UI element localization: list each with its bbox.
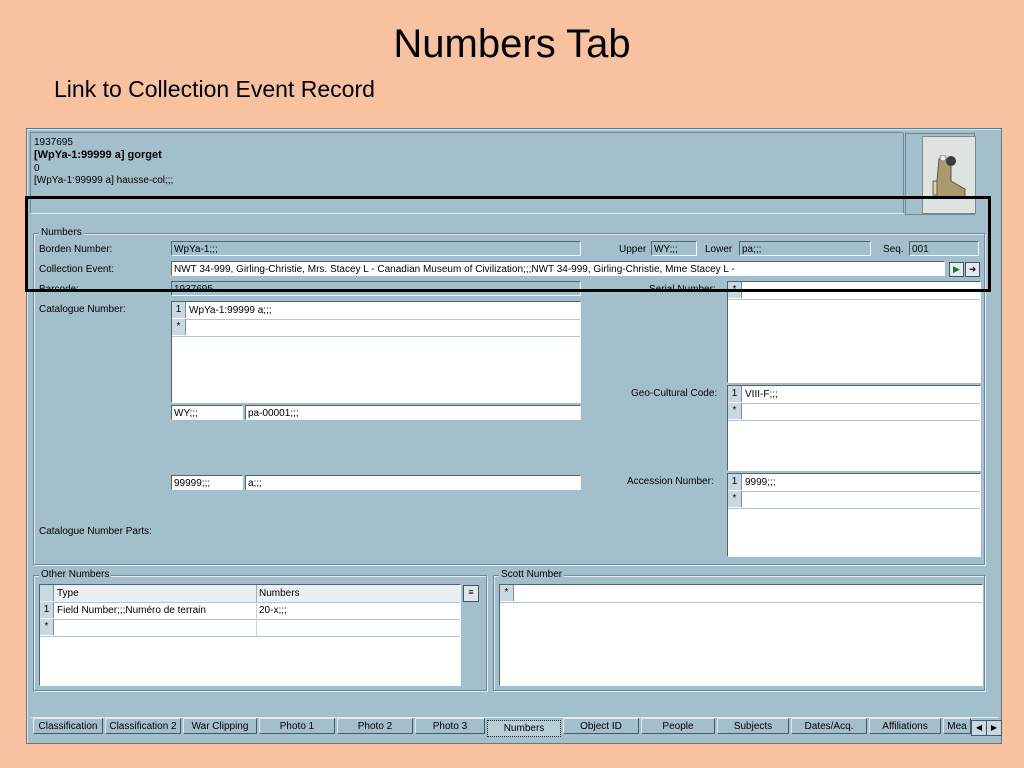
record-summary: 1937695 [WpYa-1:99999 a] gorget 0 [WpYa-… [30,132,904,214]
row-index: 1 [728,474,742,490]
summary-count: 0 [34,163,40,174]
barcode-field[interactable]: 1937695 [171,281,581,296]
collection-event-label: Collection Event: [39,264,115,275]
accession-number-grid[interactable]: 1 9999;;; * [727,473,981,557]
barcode-label: Barcode: [39,284,80,295]
row-index: 1 [172,302,186,318]
tab-subjects[interactable]: Subjects [717,718,789,734]
numbers-column-header[interactable]: Numbers [256,585,300,602]
summary-title: [WpYa-1:99999 a] gorget [34,149,162,161]
app-window: 1937695 [WpYa-1:99999 a] gorget 0 [WpYa-… [26,128,1002,744]
new-row[interactable]: * [728,282,980,300]
catalogue-number-cell[interactable]: WpYa-1:99999 a;;; [186,302,272,319]
lower-field[interactable]: pa;;; [739,241,871,256]
scroll-left-icon[interactable]: ◀ [971,720,987,736]
scott-number-grid[interactable]: * [499,584,983,686]
new-row-marker: * [40,619,54,635]
tab-photo-3[interactable]: Photo 3 [415,718,485,734]
geo-cultural-code-grid[interactable]: 1 VIII-F;;; * [727,385,981,471]
other-numbers-grid[interactable]: Type Numbers 1 Field Number;;;Numéro de … [39,584,461,686]
seq-field[interactable]: 001 [909,241,979,256]
new-row[interactable]: * [500,585,982,603]
tab-dates-acq[interactable]: Dates/Acq. [791,718,867,734]
new-row-marker: * [728,491,742,507]
type-column-header[interactable]: Type [54,585,257,602]
table-row[interactable]: 1 WpYa-1:99999 a;;; [172,302,580,320]
new-row[interactable]: * [728,403,980,421]
new-row[interactable]: * [172,319,580,337]
catalogue-part-suffix-field[interactable]: a;;; [245,475,581,490]
summary-id: 1937695 [34,137,73,148]
tab-affiliations[interactable]: Affiliations [869,718,941,734]
borden-number-label: Borden Number: [39,244,113,255]
catalogue-part-lower-field[interactable]: pa-00001;;; [245,405,581,420]
catalogue-part-number-field[interactable]: 99999;;; [171,475,243,490]
numbers-cell[interactable]: 20-x;;; [256,602,287,619]
new-row[interactable]: * [40,619,460,637]
tab-photo-2[interactable]: Photo 2 [337,718,413,734]
seq-label: Seq. [883,244,904,255]
catalogue-number-label: Catalogue Number: [39,304,126,315]
grid-header: Type Numbers [40,585,460,603]
row-index: 1 [728,386,742,402]
column-chooser-icon[interactable]: ≡ [463,585,479,602]
slide-subtitle: Link to Collection Event Record [54,76,375,102]
collection-event-field[interactable]: NWT 34-999, Girling-Christie, Mrs. Stace… [171,261,945,276]
row-header-corner [40,585,54,601]
serial-number-grid[interactable]: * [727,281,981,383]
geo-cultural-code-cell[interactable]: VIII-F;;; [742,386,778,403]
table-row[interactable]: 1 Field Number;;;Numéro de terrain 20-x;… [40,602,460,620]
tab-object-id[interactable]: Object ID [563,718,639,734]
summary-french-title: [WpYa-1:99999 a] hausse-col;;; [34,175,174,186]
new-row-marker: * [728,282,742,298]
table-row[interactable]: 1 VIII-F;;; [728,386,980,404]
other-numbers-group-label: Other Numbers [39,569,112,581]
tab-bar: Classification Classification 2 War Clip… [31,717,1002,737]
tab-classification-2[interactable]: Classification 2 [105,718,181,734]
upper-label: Upper [619,244,647,255]
tab-numbers[interactable]: Numbers [487,720,561,737]
go-icon[interactable]: ▶ [949,262,964,277]
geo-cultural-code-label: Geo-Cultural Code: [631,388,718,399]
lower-label: Lower [705,244,733,255]
new-row-marker: * [172,319,186,335]
scott-number-group-label: Scott Number [499,569,565,581]
catalogue-number-grid[interactable]: 1 WpYa-1:99999 a;;; * [171,301,581,403]
upper-field[interactable]: WY;;; [651,241,697,256]
tab-classification[interactable]: Classification [33,718,103,734]
table-row[interactable]: 1 9999;;; [728,474,980,492]
tab-photo-1[interactable]: Photo 1 [259,718,335,734]
new-row-marker: * [728,403,742,419]
catalogue-part-upper-field[interactable]: WY;;; [171,405,243,420]
gorget-image-icon [932,155,966,198]
empty-cell[interactable] [54,619,257,636]
catalogue-parts-label: Catalogue Number Parts: [39,526,152,537]
type-cell[interactable]: Field Number;;;Numéro de terrain [54,602,257,619]
tab-war-clipping[interactable]: War Clipping [183,718,257,734]
tab-people[interactable]: People [641,718,715,734]
accession-number-cell[interactable]: 9999;;; [742,474,776,491]
object-thumbnail[interactable] [922,136,976,214]
slide-title: Numbers Tab [393,22,631,66]
accession-number-label: Accession Number: [627,476,714,487]
scroll-right-icon[interactable]: ▶ [986,720,1002,736]
numbers-group-label: Numbers [39,227,84,239]
borden-number-field[interactable]: WpYa-1;;; [171,241,581,256]
tab-measurements[interactable]: Mea [943,718,971,734]
serial-number-label: Serial Number: [649,284,716,295]
row-index: 1 [40,602,54,618]
divider [903,133,904,213]
thumbnail-frame [905,133,976,215]
next-icon[interactable]: ➜ [965,262,980,277]
new-row[interactable]: * [728,491,980,509]
new-row-marker: * [500,585,514,601]
